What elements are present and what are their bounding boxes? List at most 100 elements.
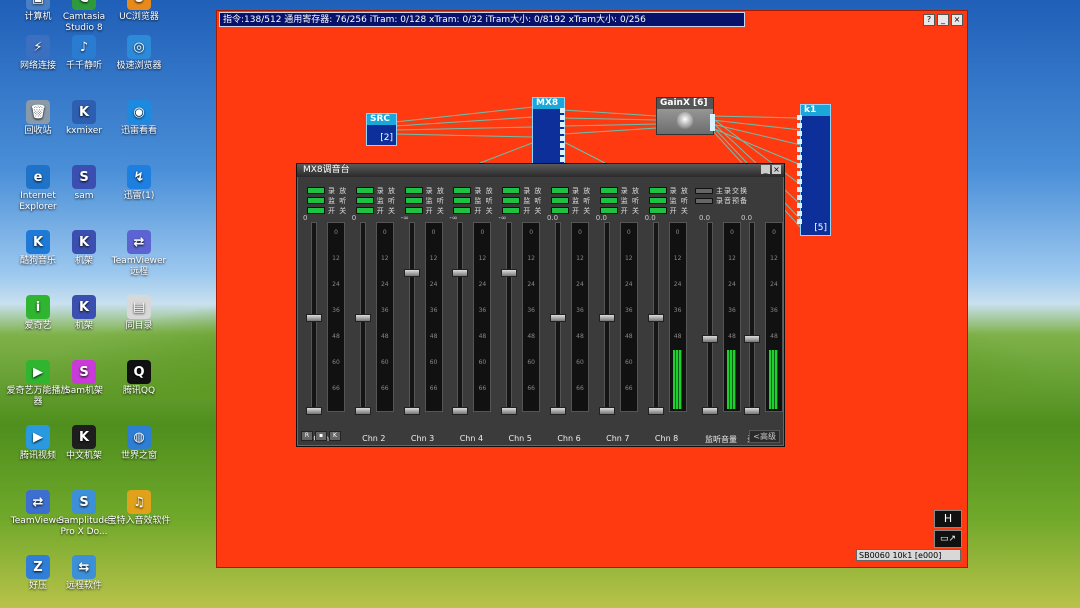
channel-switch[interactable]: 录 放 [648, 186, 693, 195]
fader-knob[interactable] [702, 335, 718, 343]
fader-knob[interactable] [744, 335, 760, 343]
channel-switch[interactable]: 开 关 [307, 206, 351, 215]
module-pin[interactable] [797, 123, 802, 128]
fader-bottom-knob[interactable] [647, 407, 664, 415]
channel-switch[interactable]: 监 听 [648, 196, 693, 205]
module-pin[interactable] [560, 157, 565, 162]
switch-led [502, 207, 521, 214]
fader-bottom-knob[interactable] [702, 407, 718, 415]
fader-bottom-knob[interactable] [550, 407, 566, 415]
fader-bottom-knob[interactable] [452, 407, 469, 415]
switch-label: 开 关 [572, 206, 592, 215]
switch-label: 监 听 [523, 196, 543, 205]
channel-switch[interactable]: 录 放 [551, 186, 595, 195]
channel-strip: 录 放监 听开 关 0.0 0 12 24 36 48 60 66 Chn 6 [545, 184, 595, 444]
channel-switch[interactable]: 录 放 [453, 186, 497, 195]
channel-switch[interactable]: 监 听 [599, 196, 644, 205]
fader-knob[interactable] [354, 314, 371, 322]
gain-knob[interactable] [677, 112, 693, 130]
switch-label: 监 听 [376, 196, 397, 205]
channel-switch[interactable]: 开 关 [355, 206, 400, 215]
channel-switch[interactable]: 录 放 [404, 186, 449, 195]
switch-led [307, 197, 325, 204]
fader-bottom-knob[interactable] [501, 407, 518, 415]
module-pin[interactable] [560, 108, 565, 113]
module-pin[interactable] [560, 129, 565, 134]
save-button[interactable]: H [934, 510, 962, 528]
channel-switch[interactable]: 监 听 [502, 196, 546, 205]
module-pin[interactable] [560, 122, 565, 127]
module-pin[interactable] [797, 203, 802, 208]
module-pin[interactable] [560, 150, 565, 155]
fader-bottom-knob[interactable] [306, 407, 322, 415]
module-pin[interactable] [797, 187, 802, 192]
fader-knob[interactable] [501, 269, 518, 277]
channel-switch[interactable]: 监 听 [355, 196, 400, 205]
meter-tick: 66 [429, 385, 438, 392]
gainx-module[interactable]: GainX [6] [656, 97, 714, 135]
fader-knob[interactable] [598, 314, 615, 322]
master-swap-switch[interactable]: 主录交换 [695, 186, 748, 195]
fader-knob[interactable] [647, 314, 664, 322]
fader-knob[interactable] [306, 314, 322, 322]
channel-switch[interactable]: 监 听 [453, 196, 497, 205]
channel-switch[interactable]: 录 放 [307, 186, 351, 195]
module-pin[interactable] [560, 143, 565, 148]
fader-knob[interactable] [550, 314, 566, 322]
record-ready-switch[interactable]: 录音预备 [695, 196, 748, 205]
meter-tick: 48 [380, 333, 389, 340]
meter-tick: 60 [478, 359, 487, 366]
level-meter: 0 12 24 36 48 60 66 [619, 222, 638, 412]
fader-bottom-knob[interactable] [598, 407, 615, 415]
fader-knob[interactable] [403, 269, 420, 277]
fader-bottom-knob[interactable] [354, 407, 371, 415]
channel-switch[interactable]: 监 听 [404, 196, 449, 205]
meter-tick: 24 [624, 281, 633, 288]
switch-led [502, 187, 521, 194]
channel-switch[interactable]: 开 关 [502, 206, 546, 215]
switch-label: 开 关 [376, 206, 397, 215]
src-module[interactable]: SRC [2] [366, 113, 397, 146]
channel-switches: 录 放监 听开 关 [453, 186, 497, 216]
switch-led [551, 187, 569, 194]
channel-switch[interactable]: 监 听 [551, 196, 595, 205]
fader-bottom-knob[interactable] [403, 407, 420, 415]
advanced-button[interactable]: <高级 [749, 430, 780, 443]
fader-bottom-knob[interactable] [744, 407, 760, 415]
module-pin[interactable] [797, 195, 802, 200]
channel-switch[interactable]: 录 放 [502, 186, 546, 195]
module-pin[interactable] [797, 163, 802, 168]
meter-tick: 24 [728, 281, 736, 288]
module-pin[interactable] [797, 147, 802, 152]
k-button[interactable]: K [329, 431, 341, 441]
meter-tick: 24 [770, 281, 778, 288]
mixer-minimize-button[interactable]: _ [761, 165, 770, 174]
module-pin[interactable] [797, 179, 802, 184]
k1-module[interactable]: k1 [5] [800, 104, 831, 236]
module-pin[interactable] [797, 155, 802, 160]
stop-button[interactable]: ▪ [315, 431, 327, 441]
reset-button[interactable]: R [301, 431, 313, 441]
channel-switch[interactable]: 录 放 [599, 186, 644, 195]
mixer-title: MX8调音台 [303, 165, 350, 175]
module-pin[interactable] [797, 139, 802, 144]
channel-switch[interactable]: 录 放 [355, 186, 400, 195]
meter-tick: 48 [770, 333, 778, 340]
mixer-close-button[interactable]: × [772, 165, 781, 174]
fader-knob[interactable] [452, 269, 469, 277]
module-pin[interactable] [797, 211, 802, 216]
channel-switch[interactable]: 开 关 [404, 206, 449, 215]
module-pin[interactable] [797, 115, 802, 120]
channel-switch[interactable]: 开 关 [453, 206, 497, 215]
module-pin[interactable] [560, 115, 565, 120]
fader-db-readout: 0.0 [699, 214, 711, 222]
module-pin[interactable] [797, 131, 802, 136]
module-pin[interactable] [710, 126, 715, 131]
module-pin[interactable] [797, 171, 802, 176]
meter-tick: 36 [380, 307, 389, 314]
open-button[interactable]: ▭↗ [934, 530, 962, 548]
channel-switch[interactable]: 监 听 [307, 196, 351, 205]
module-pin[interactable] [797, 219, 802, 224]
module-pin[interactable] [560, 136, 565, 141]
switch-led [404, 207, 423, 214]
